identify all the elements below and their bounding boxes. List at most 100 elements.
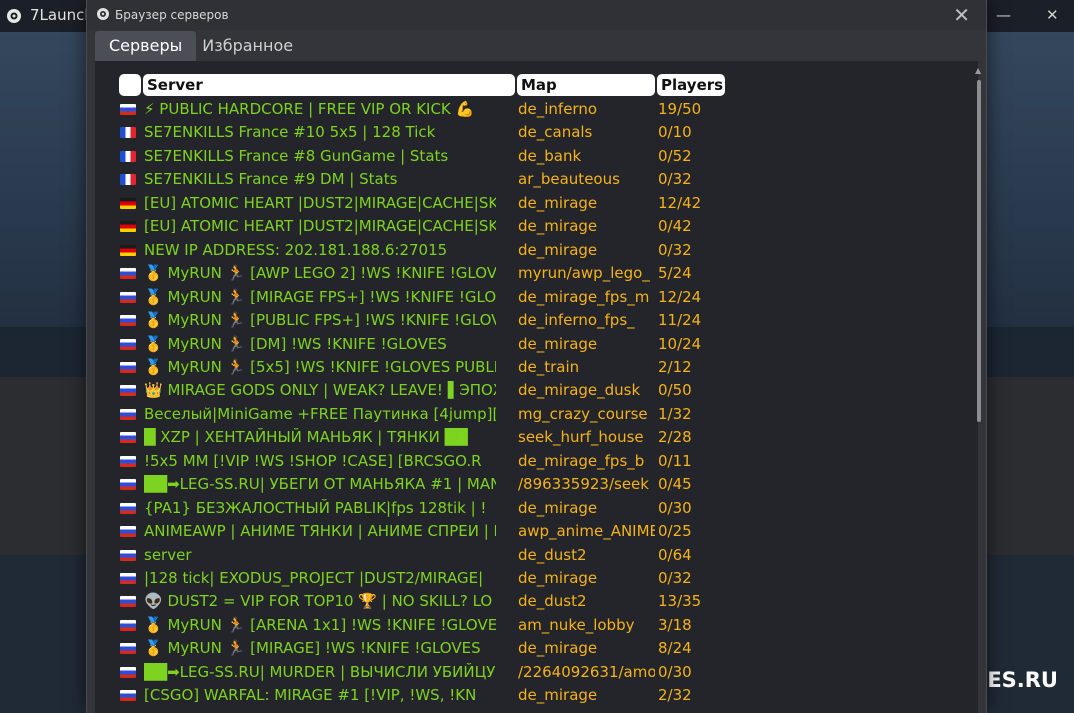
player-count: 0/32 xyxy=(658,170,692,189)
table-row[interactable]: █ XZP | ХЕНТАЙНЫЙ МАНЬЯК | ТЯНКИ ██ seek_… xyxy=(118,426,738,449)
server-name: SE7ENKILLS France #9 DM | Stats xyxy=(144,170,398,189)
server-name: 🥇 MyRUN 🏃 [MIRAGE] !WS !KNIFE !GLOVES xyxy=(144,639,481,658)
map-name: mg_crazy_course xyxy=(518,404,648,423)
player-count: 12/42 xyxy=(658,193,702,212)
table-row[interactable]: 👽 DUST2 = VIP FOR TOP10 🏆 | NO SKILL? LO… xyxy=(118,590,738,613)
map-name: de_mirage xyxy=(518,217,598,236)
dialog-close-button[interactable]: ✕ xyxy=(953,3,970,27)
player-count: 0/11 xyxy=(658,451,692,470)
map-name: /2264092631/amo xyxy=(518,662,655,681)
table-row[interactable]: 🥇 MyRUN 🏃 [DM] !WS !KNIFE !GLOVES de_mira… xyxy=(118,333,738,356)
table-row[interactable]: ██➡LEG-SS.RU| MURDER | ВЫЧИСЛИ УБИЙЦУ [A… xyxy=(118,661,738,684)
server-name: 🥇 MyRUN 🏃 [MIRAGE FPS+] !WS !KNIFE !GLOV xyxy=(144,287,496,306)
table-row[interactable]: NEW IP ADDRESS: 202.181.188.6:27015 de_mi… xyxy=(118,239,738,262)
player-count: 0/52 xyxy=(658,146,692,165)
server-name: [CSGO] WARFAL: MIRAGE #1 [!VIP, !WS, !KN xyxy=(144,686,477,705)
player-count: 0/30 xyxy=(658,498,692,517)
flag-ru-icon xyxy=(120,385,136,397)
table-row[interactable]: ANIMEAWP | АНИМЕ ТЯНКИ | АНИМЕ СПРЕИ | К… xyxy=(118,520,738,543)
table-row[interactable]: Веселый|MiniGame +FREE Паутинка [4jump][… xyxy=(118,403,738,426)
table-row[interactable]: SE7ENKILLS France #9 DM | Stats ar_beaute… xyxy=(118,168,738,191)
server-name: 🥇 MyRUN 🏃 [5x5] !WS !KNIFE !GLOVES PUBLI xyxy=(144,357,496,376)
tab-favorites[interactable]: Избранное xyxy=(196,31,299,61)
flag-ru-icon xyxy=(120,455,136,467)
launcher-close-button[interactable]: ✕ xyxy=(1046,6,1059,24)
table-row[interactable]: server de_dust2 0/64 xyxy=(118,544,738,567)
table-row[interactable]: 🥇 MyRUN 🏃 [ARENA 1x1] !WS !KNIFE !GLOVES… xyxy=(118,614,738,637)
map-name: de_mirage xyxy=(518,569,598,587)
table-row[interactable]: 🥇 MyRUN 🏃 [AWP LEGO 2] !WS !KNIFE !GLOVE… xyxy=(118,262,738,285)
map-name: de_dust2 xyxy=(518,545,587,564)
table-row[interactable]: 🥇 MyRUN 🏃 [MIRAGE] !WS !KNIFE !GLOVES de_… xyxy=(118,637,738,660)
dialog-logo-icon xyxy=(97,8,109,20)
flag-fr-icon xyxy=(120,174,136,186)
table-row[interactable]: 🥇 MyRUN 🏃 [5x5] !WS !KNIFE !GLOVES PUBLI… xyxy=(118,356,738,379)
flag-de-icon xyxy=(120,197,136,209)
table-row[interactable]: [CSGO] WARFAL: MIRAGE #1 [!VIP, !WS, !KN… xyxy=(118,684,738,707)
dialog-titlebar[interactable]: Браузер серверов ✕ xyxy=(87,0,986,30)
table-row[interactable]: [EU] ATOMIC HEART |DUST2|MIRAGE|CACHE|SK… xyxy=(118,215,738,238)
map-name: de_mirage xyxy=(518,193,598,212)
flag-ru-icon xyxy=(120,315,136,327)
column-header-map[interactable]: Map xyxy=(517,74,655,96)
player-count: 0/30 xyxy=(658,662,692,681)
table-row[interactable]: ██➡LEG-SS.RU| УБЕГИ ОТ МАНЬЯКА #1 | MANI… xyxy=(118,473,738,496)
table-row[interactable]: {PA1} БЕЗЖАЛОСТНЫЙ PABLIK|fps 128tik | !… xyxy=(118,497,738,520)
flag-ru-icon xyxy=(120,596,136,608)
table-row[interactable]: SE7ENKILLS France #8 GunGame | Stats de_b… xyxy=(118,145,738,168)
map-name: de_mirage xyxy=(518,639,598,658)
server-name: SE7ENKILLS France #10 5x5 | 128 Tick xyxy=(144,123,436,142)
player-count: 13/35 xyxy=(658,592,702,611)
server-name: █ XZP | ХЕНТАЙНЫЙ МАНЬЯК | ТЯНКИ ██ xyxy=(144,428,468,447)
server-name: ⚡ PUBLIC HARDCORE | FREE VIP OR KICK 💪 xyxy=(144,100,475,118)
column-header-players[interactable]: Players xyxy=(657,74,725,96)
server-name: 👽 DUST2 = VIP FOR TOP10 🏆 | NO SKILL? LO xyxy=(144,592,493,611)
player-count: 19/50 xyxy=(658,100,702,118)
table-row[interactable]: ⚡ PUBLIC HARDCORE | FREE VIP OR KICK 💪 de… xyxy=(118,98,738,121)
flag-ru-icon xyxy=(120,526,136,538)
flag-ru-icon xyxy=(120,432,136,444)
server-name: NEW IP ADDRESS: 202.181.188.6:27015 xyxy=(144,240,448,259)
server-name: ANIMEAWP | АНИМЕ ТЯНКИ | АНИМЕ СПРЕИ | К xyxy=(144,522,496,541)
map-name: de_mirage xyxy=(518,498,598,517)
server-name: [EU] ATOMIC HEART |DUST2|MIRAGE|CACHE|SK xyxy=(144,217,496,236)
flag-fr-icon xyxy=(120,127,136,139)
player-count: 11/24 xyxy=(658,311,702,330)
server-name: 👑 MIRAGE GODS ONLY | WEAK? LEAVE! ▌ЭПОХ xyxy=(144,381,496,400)
map-name: de_mirage xyxy=(518,334,598,353)
flag-fr-icon xyxy=(120,150,136,162)
player-count: 0/10 xyxy=(658,123,692,142)
launcher-logo-icon xyxy=(7,9,21,23)
launcher-minimize-button[interactable]: — xyxy=(996,6,1011,24)
column-header-flag[interactable] xyxy=(119,74,141,96)
map-name: /896335923/seek xyxy=(518,475,649,494)
player-count: 1/32 xyxy=(658,404,692,423)
table-row[interactable]: 🥇 MyRUN 🏃 [PUBLIC FPS+] !WS !KNIFE !GLOV… xyxy=(118,309,738,332)
player-count: 5/24 xyxy=(658,264,692,283)
map-name: awp_anime_ANIME xyxy=(518,522,655,541)
tab-servers[interactable]: Серверы xyxy=(95,31,197,61)
table-row[interactable]: SE7ENKILLS France #10 5x5 | 128 Tick de_c… xyxy=(118,121,738,144)
flag-ru-icon xyxy=(120,666,136,678)
map-name: ar_beauteous xyxy=(518,170,620,189)
map-name: de_inferno_fps_ xyxy=(518,311,635,330)
table-row[interactable]: [EU] ATOMIC HEART |DUST2|MIRAGE|CACHE|SK… xyxy=(118,192,738,215)
server-name: ██➡LEG-SS.RU| MURDER | ВЫЧИСЛИ УБИЙЦУ [A xyxy=(144,662,496,681)
column-header-server[interactable]: Server xyxy=(143,74,515,96)
dialog-title: Браузер серверов xyxy=(115,8,229,22)
player-count: 10/24 xyxy=(658,334,702,353)
map-name: de_canals xyxy=(518,123,593,142)
table-row[interactable]: 👑 MIRAGE GODS ONLY | WEAK? LEAVE! ▌ЭПОХ d… xyxy=(118,379,738,402)
flag-ru-icon xyxy=(120,573,136,584)
server-name: 🥇 MyRUN 🏃 [DM] !WS !KNIFE !GLOVES xyxy=(144,334,447,353)
flag-ru-icon xyxy=(120,268,136,280)
table-row[interactable]: !5x5 MM [!VIP !WS !SHOP !CASE] [BRCSGO.R… xyxy=(118,450,738,473)
scrollbar-thumb[interactable] xyxy=(977,80,981,422)
flag-ru-icon xyxy=(120,549,136,561)
player-count: 0/50 xyxy=(658,381,692,400)
table-row[interactable]: |128 tick| EXODUS_PROJECT |DUST2/MIRAGE|… xyxy=(118,567,738,590)
flag-ru-icon xyxy=(120,104,136,115)
server-name: 🥇 MyRUN 🏃 [AWP LEGO 2] !WS !KNIFE !GLOVE xyxy=(144,264,496,283)
table-row[interactable]: 🥇 MyRUN 🏃 [MIRAGE FPS+] !WS !KNIFE !GLOV… xyxy=(118,286,738,309)
map-name: de_train xyxy=(518,357,580,376)
